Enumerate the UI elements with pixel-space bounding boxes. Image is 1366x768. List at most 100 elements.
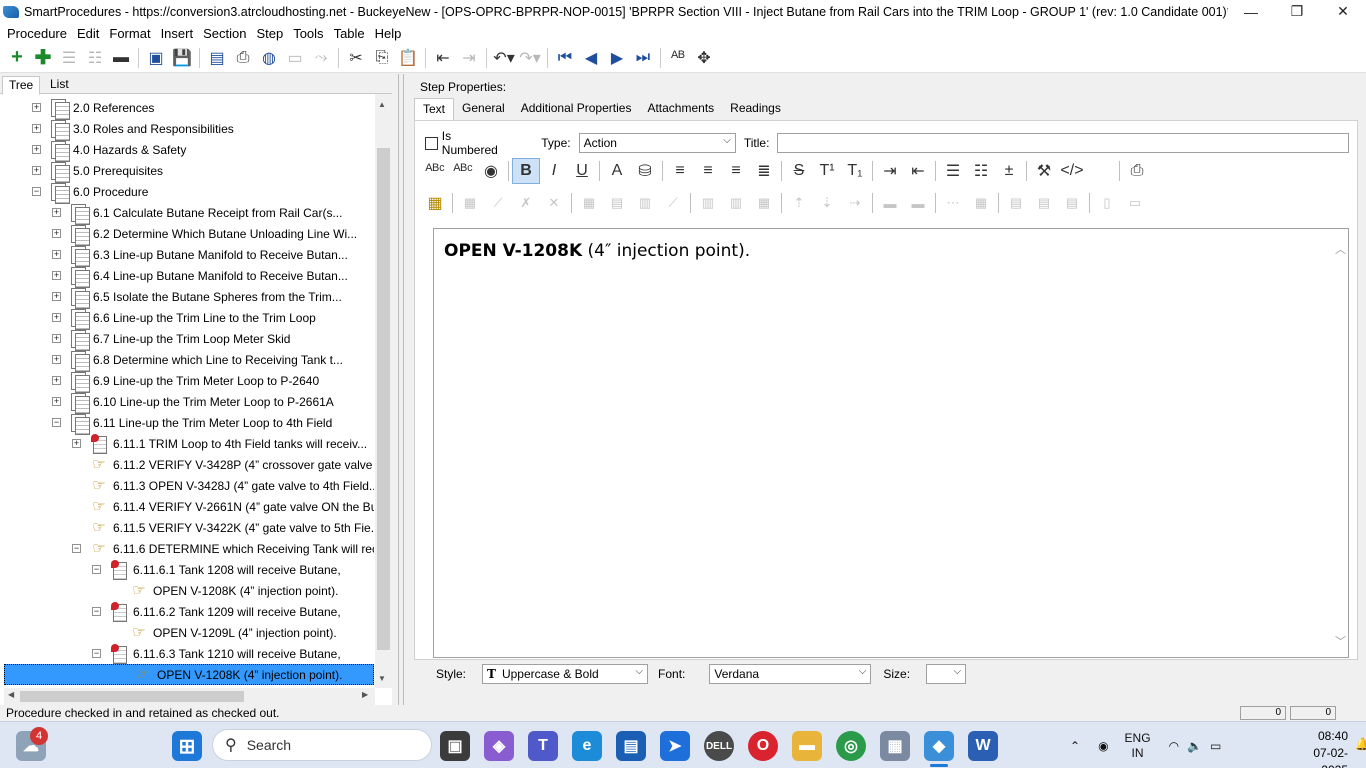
menu-help[interactable]: Help	[370, 26, 407, 41]
underline-button[interactable]: U	[568, 158, 596, 184]
maximize-button[interactable]: ❐	[1274, 0, 1320, 23]
table-properties-icon[interactable]: ▦	[456, 190, 484, 216]
align-bottom-icon[interactable]: ▤	[1058, 190, 1086, 216]
chrome-icon[interactable]: ◎	[836, 731, 866, 761]
menu-procedure[interactable]: Procedure	[2, 26, 72, 41]
align-top-icon[interactable]: ▤	[1002, 190, 1030, 216]
expand-icon[interactable]: +	[52, 208, 61, 217]
insert-after-icon[interactable]: ▦	[967, 190, 995, 216]
paste-icon[interactable]: 📋	[395, 45, 421, 71]
spellcheck-as-you-type-icon[interactable]: ᴬᴮᶜ	[449, 158, 477, 184]
smartprocedures-taskbar-icon[interactable]: ◆	[924, 731, 954, 761]
windows-start-icon[interactable]: ⊞	[172, 731, 202, 761]
split-cells-icon[interactable]: ▬	[904, 190, 932, 216]
save-all-icon[interactable]: ▣	[143, 45, 169, 71]
remove-icon[interactable]: ▬	[108, 45, 134, 71]
italic-button[interactable]: I	[540, 158, 568, 184]
menu-edit[interactable]: Edit	[72, 26, 104, 41]
menu-insert[interactable]: Insert	[156, 26, 199, 41]
tab-list[interactable]: List	[44, 76, 75, 95]
font-select[interactable]: Verdana ⌵	[709, 664, 872, 684]
minimize-button[interactable]: —	[1228, 0, 1274, 23]
table-clear-icon[interactable]: ✕	[540, 190, 568, 216]
magic-wand-icon[interactable]: ⚒	[1030, 158, 1058, 184]
tree-node[interactable]: +4.0 Hazards & Safety	[32, 139, 186, 162]
window-icon[interactable]: ▭	[282, 45, 308, 71]
web-icon[interactable]: ◍	[256, 45, 282, 71]
expand-icon[interactable]: +	[52, 313, 61, 322]
editor-scroll-down-icon[interactable]: ﹀	[1335, 633, 1346, 649]
tab-attachments[interactable]: Attachments	[639, 98, 722, 120]
tree-node[interactable]: +6.2 Determine Which Butane Unloading Li…	[52, 223, 357, 246]
tree-node[interactable]: +6.8 Determine which Line to Receiving T…	[52, 349, 343, 372]
is-numbered-checkbox[interactable]	[425, 136, 438, 150]
align-middle-icon[interactable]: ▤	[1030, 190, 1058, 216]
tree-node[interactable]: − ☞ 6.11.6 DETERMINE which Receiving Tank …	[72, 538, 374, 559]
volume-icon[interactable]: 🔈	[1187, 739, 1202, 753]
tree-vertical-scrollbar[interactable]: ▲ ▼	[375, 94, 392, 688]
align-right-icon[interactable]: ≡	[722, 158, 750, 184]
table-edit-icon[interactable]: ⟋	[484, 190, 512, 216]
cell-edit-icon[interactable]: ⟋	[659, 190, 687, 216]
pane-splitter[interactable]	[398, 74, 404, 706]
tree-node[interactable]: +6.5 Isolate the Butane Spheres from the…	[52, 286, 342, 309]
list-icon[interactable]: ☰	[56, 45, 82, 71]
expand-icon[interactable]: +	[52, 355, 61, 364]
tab-tree[interactable]: Tree	[2, 76, 41, 95]
add-step-icon[interactable]: +	[4, 45, 30, 71]
undo-icon[interactable]: ↶▾	[491, 45, 517, 71]
tab-general[interactable]: General	[454, 98, 513, 120]
highlight-icon[interactable]: ⛁	[631, 158, 659, 184]
expand-icon[interactable]: +	[32, 103, 41, 112]
strikethrough-button[interactable]: S	[785, 158, 813, 184]
tree-node[interactable]: +6.10 Line-up the Trim Meter Loop to P-2…	[52, 391, 334, 414]
network-app-icon[interactable]: ◉	[1098, 739, 1108, 753]
menu-tools[interactable]: Tools	[288, 26, 328, 41]
superscript-button[interactable]: T¹	[813, 158, 841, 184]
insert-column-right-icon[interactable]: ▥	[722, 190, 750, 216]
tree-node[interactable]: +6.3 Line-up Butane Manifold to Receive …	[52, 244, 348, 267]
collapse-icon[interactable]: −	[72, 544, 81, 553]
store-icon[interactable]: ▤	[616, 731, 646, 761]
clock[interactable]: 08:40 07-02-2025	[1290, 728, 1348, 768]
previous-icon[interactable]: ◀	[578, 45, 604, 71]
expand-icon[interactable]: +	[52, 334, 61, 343]
delete-row-icon[interactable]: ⇢	[841, 190, 869, 216]
menu-section[interactable]: Section	[198, 26, 251, 41]
close-button[interactable]: ✕	[1320, 0, 1366, 23]
insert-table-icon[interactable]: ▦	[421, 190, 449, 216]
tree-node[interactable]: +3.0 Roles and Responsibilities	[32, 118, 234, 141]
remote-icon[interactable]: ➤	[660, 731, 690, 761]
collapse-icon[interactable]: −	[92, 649, 101, 658]
copilot-icon[interactable]: ◈	[484, 731, 514, 761]
cell-properties-icon[interactable]: ▦	[575, 190, 603, 216]
tree-node[interactable]: +6.6 Line-up the Trim Line to the Trim L…	[52, 307, 316, 330]
expand-icon[interactable]: +	[32, 166, 41, 175]
copy-icon[interactable]: ⎘	[369, 45, 395, 71]
align-left-icon[interactable]: ≡	[666, 158, 694, 184]
expand-icon[interactable]: +	[52, 292, 61, 301]
save-icon[interactable]: 💾	[169, 45, 195, 71]
wifi-icon[interactable]: ◠	[1169, 739, 1179, 753]
redo-icon[interactable]: ↷▾	[517, 45, 543, 71]
title-input[interactable]	[777, 133, 1349, 153]
expand-icon[interactable]: +	[52, 376, 61, 385]
tab-readings[interactable]: Readings	[722, 98, 789, 120]
vertical-bar-icon[interactable]: ▯	[1093, 190, 1121, 216]
tree-node[interactable]: +6.7 Line-up the Trim Loop Meter Skid	[52, 328, 290, 351]
tree-node[interactable]: − 6.11.6.1 Tank 1208 will receive Butane,	[92, 559, 341, 580]
file-explorer-icon[interactable]: ▬	[792, 731, 822, 761]
tree-node[interactable]: ☞ 6.11.2 VERIFY V-3428P (4” crossover gat…	[89, 454, 374, 475]
editor-scroll-up-icon[interactable]: ︿	[1335, 241, 1346, 257]
opera-icon[interactable]: O	[748, 731, 778, 761]
app-icon[interactable]: ▦	[880, 731, 910, 761]
size-select[interactable]: ⌵	[926, 664, 967, 684]
move-icon[interactable]: ✥	[691, 45, 717, 71]
column-properties-icon[interactable]: ▥	[631, 190, 659, 216]
tree-node[interactable]: ☞ 6.11.5 VERIFY V-3422K (4” gate valve to…	[89, 517, 374, 538]
expand-icon[interactable]: +	[52, 271, 61, 280]
battery-icon[interactable]: ▭	[1210, 739, 1221, 753]
expand-icon[interactable]: +	[72, 439, 81, 448]
step-text-editor[interactable]: OPEN V-1208K (4″ injection point). ︿ ﹀	[433, 228, 1349, 658]
notification-bell-icon[interactable]: 🔔	[1355, 737, 1366, 751]
